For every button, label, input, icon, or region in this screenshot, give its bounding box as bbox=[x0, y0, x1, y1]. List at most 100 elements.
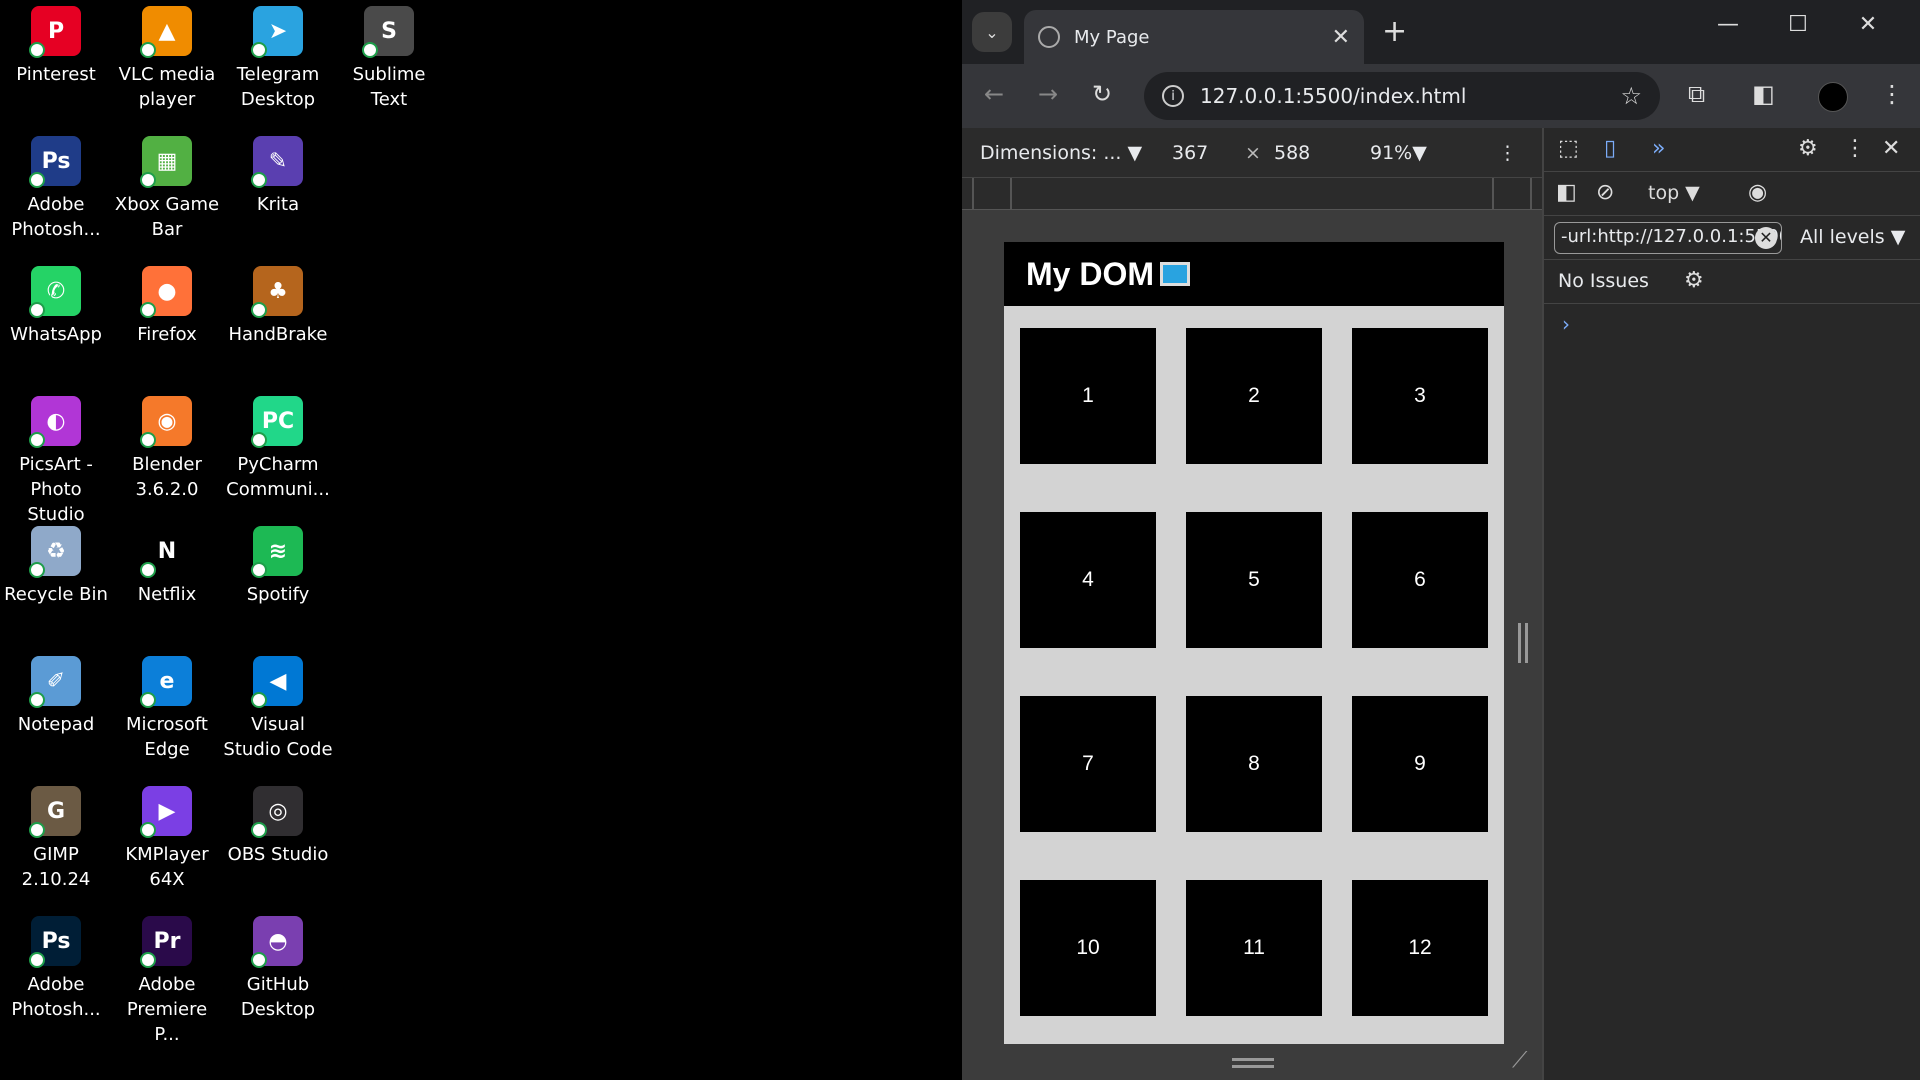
app-icon: ♣ bbox=[251, 266, 303, 318]
menu-kebab-icon[interactable]: ⋮ bbox=[1880, 80, 1904, 108]
desktop-icon-label: Sublime Text bbox=[352, 64, 426, 110]
address-bar[interactable]: i 127.0.0.1:5500/index.html ☆ bbox=[1144, 72, 1660, 120]
profile-avatar[interactable] bbox=[1818, 82, 1848, 112]
device-toggle-icon[interactable]: ▯ bbox=[1604, 136, 1616, 161]
context-select[interactable]: top ▼ bbox=[1648, 182, 1700, 204]
sync-check-icon bbox=[140, 562, 156, 578]
desktop-icon[interactable]: Ps Adobe Photosh... bbox=[1, 130, 111, 242]
zoom-select[interactable]: 91%▼ bbox=[1370, 142, 1427, 164]
sync-check-icon bbox=[29, 822, 45, 838]
desktop-icon-label: GIMP 2.10.24 bbox=[21, 844, 91, 890]
live-expression-eye-icon[interactable]: ◉ bbox=[1748, 180, 1767, 205]
grid-box: 10 bbox=[1020, 880, 1156, 1016]
desktop-icon[interactable]: ▶ KMPlayer 64X bbox=[112, 780, 222, 892]
sync-check-icon bbox=[251, 42, 267, 58]
grid-box: 4 bbox=[1020, 512, 1156, 648]
console-prompt-row[interactable]: › bbox=[1544, 304, 1920, 348]
app-icon: P bbox=[29, 6, 81, 58]
desktop-icon[interactable]: ◐ PicsArt - Photo Studio bbox=[1, 390, 111, 527]
app-icon: ≋ bbox=[251, 526, 303, 578]
devtools-tabbar: ⬚ ▯ » ⚙ ⋮ ✕ bbox=[1544, 128, 1920, 172]
desktop-icon[interactable]: ➤ Telegram Desktop bbox=[223, 0, 333, 112]
desktop-icon[interactable]: ▦ Xbox Game Bar bbox=[112, 130, 222, 242]
desktop-icon[interactable]: ● Firefox bbox=[112, 260, 222, 347]
desktop-icon[interactable]: ◀ Visual Studio Code bbox=[223, 650, 333, 762]
desktop-icon[interactable]: ◎ OBS Studio bbox=[223, 780, 333, 867]
desktop-icon[interactable]: N Netflix bbox=[112, 520, 222, 607]
sync-check-icon bbox=[140, 952, 156, 968]
sync-check-icon bbox=[362, 42, 378, 58]
close-devtools-icon[interactable]: ✕ bbox=[1882, 136, 1900, 161]
grid-box: 3 bbox=[1352, 328, 1488, 464]
desktop-icon[interactable]: ✎ Krita bbox=[223, 130, 333, 217]
more-tabs-icon[interactable]: » bbox=[1652, 136, 1665, 161]
desktop-icon-label: Telegram Desktop bbox=[236, 64, 320, 110]
maximize-button[interactable]: ☐ bbox=[1768, 12, 1828, 37]
grid-box: 5 bbox=[1186, 512, 1322, 648]
issues-counter[interactable]: No Issues bbox=[1558, 270, 1649, 292]
forward-button[interactable]: → bbox=[1038, 80, 1058, 108]
app-icon: ▦ bbox=[140, 136, 192, 188]
desktop-icon-label: Xbox Game Bar bbox=[114, 194, 220, 240]
dimensions-select[interactable]: Dimensions: ... ▼ bbox=[980, 142, 1150, 164]
tab-search-button[interactable]: ⌄ bbox=[972, 12, 1012, 52]
desktop-icon[interactable]: ♻ Recycle Bin bbox=[1, 520, 111, 607]
bookmark-star-icon[interactable]: ☆ bbox=[1620, 82, 1642, 110]
app-icon: ✐ bbox=[29, 656, 81, 708]
grid-box: 8 bbox=[1186, 696, 1322, 832]
clear-filter-icon[interactable]: ✕ bbox=[1755, 227, 1777, 249]
media-query-bar[interactable] bbox=[962, 178, 1542, 210]
sidebar-toggle-icon[interactable]: ◧ bbox=[1556, 180, 1577, 205]
bottom-resize-handle[interactable] bbox=[1232, 1058, 1274, 1068]
width-input[interactable]: 367 bbox=[1172, 142, 1208, 164]
new-tab-button[interactable]: + bbox=[1382, 14, 1407, 49]
desktop-icon[interactable]: Pr Adobe Premiere P... bbox=[112, 910, 222, 1047]
log-levels-select[interactable]: All levels ▼ bbox=[1800, 226, 1905, 248]
page-header: My DOM bbox=[1004, 242, 1504, 306]
grid-box: 11 bbox=[1186, 880, 1322, 1016]
grid-box: 7 bbox=[1020, 696, 1156, 832]
desktop-icon[interactable]: Ps Adobe Photosh... bbox=[1, 910, 111, 1022]
console-settings-gear-icon[interactable]: ⚙ bbox=[1684, 268, 1704, 293]
extensions-icon[interactable]: ⧉ bbox=[1688, 80, 1705, 108]
desktop-icon[interactable]: G GIMP 2.10.24 bbox=[1, 780, 111, 892]
desktop: P Pinterest ▲ VLC media player ➤ Telegram Des… bbox=[0, 0, 962, 1080]
device-more-icon[interactable]: ⋮ bbox=[1498, 142, 1517, 164]
desktop-icon[interactable]: ▲ VLC media player bbox=[112, 0, 222, 112]
desktop-icon-label: Adobe Photosh... bbox=[11, 194, 101, 240]
desktop-icon[interactable]: ◓ GitHub Desktop bbox=[223, 910, 333, 1022]
desktop-icon-label: Recycle Bin bbox=[4, 584, 108, 605]
sync-check-icon bbox=[251, 562, 267, 578]
desktop-icon-label: Microsoft Edge bbox=[126, 714, 208, 760]
clear-console-icon[interactable]: ⊘ bbox=[1596, 180, 1614, 205]
desktop-icon[interactable]: P Pinterest bbox=[1, 0, 111, 87]
desktop-icon[interactable]: e Microsoft Edge bbox=[112, 650, 222, 762]
desktop-icon[interactable]: ✐ Notepad bbox=[1, 650, 111, 737]
desktop-icon[interactable]: PC PyCharm Communi... bbox=[223, 390, 333, 502]
tab-my-page[interactable]: My Page ✕ bbox=[1024, 10, 1364, 64]
site-info-icon[interactable]: i bbox=[1162, 85, 1184, 107]
minimize-button[interactable]: — bbox=[1698, 12, 1758, 37]
desktop-icon[interactable]: ♣ HandBrake bbox=[223, 260, 333, 347]
close-window-button[interactable]: ✕ bbox=[1838, 12, 1898, 37]
inspect-element-icon[interactable]: ⬚ bbox=[1558, 136, 1579, 161]
app-icon: N bbox=[140, 526, 192, 578]
desktop-icon[interactable]: ≋ Spotify bbox=[223, 520, 333, 607]
reload-button[interactable]: ↻ bbox=[1092, 80, 1112, 108]
right-resize-handle[interactable] bbox=[1518, 623, 1528, 663]
app-icon: Pr bbox=[140, 916, 192, 968]
devtools-menu-icon[interactable]: ⋮ bbox=[1844, 136, 1866, 161]
sync-check-icon bbox=[29, 432, 45, 448]
height-input[interactable]: 588 bbox=[1274, 142, 1310, 164]
side-panel-icon[interactable]: ◧ bbox=[1752, 80, 1775, 108]
settings-gear-icon[interactable]: ⚙ bbox=[1798, 136, 1818, 161]
console-filter-input[interactable]: -url:http://127.0.0.1:5500 ✕ bbox=[1554, 222, 1782, 254]
close-tab-icon[interactable]: ✕ bbox=[1332, 25, 1350, 50]
desktop-icon[interactable]: ✆ WhatsApp bbox=[1, 260, 111, 347]
back-button[interactable]: ← bbox=[984, 80, 1004, 108]
corner-resize-handle[interactable]: ⟋ bbox=[1512, 1048, 1527, 1073]
desktop-icon[interactable]: ◉ Blender 3.6.2.0 bbox=[112, 390, 222, 502]
app-icon: ● bbox=[140, 266, 192, 318]
desktop-icon[interactable]: S Sublime Text bbox=[334, 0, 444, 112]
sync-check-icon bbox=[140, 692, 156, 708]
